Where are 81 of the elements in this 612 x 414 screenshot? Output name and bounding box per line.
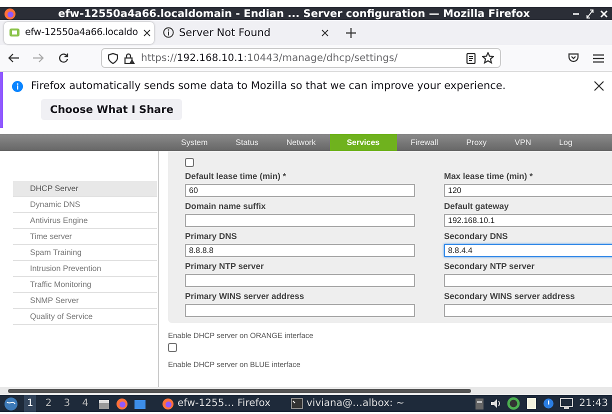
sidebar-item[interactable]: SNMP Server <box>13 293 157 309</box>
input-field[interactable]: 8.8.8.8 <box>185 244 415 257</box>
main-nav-tab[interactable]: Log <box>545 134 586 151</box>
browser-tab[interactable]: efw-12550a4a66.localdo <box>4 22 154 44</box>
network-monitor-icon <box>560 398 574 409</box>
workspace-switcher[interactable]: 3 <box>60 395 74 412</box>
field-label: Secondary NTP server <box>444 261 536 271</box>
main-nav-tab[interactable]: VPN <box>500 134 546 151</box>
field-label: Primary DNS <box>185 231 238 241</box>
taskbar-window-button[interactable]: viviana@…albox: ~ <box>286 398 408 409</box>
close-icon[interactable] <box>594 81 604 91</box>
main-nav-tab[interactable]: Proxy <box>452 134 501 151</box>
reader-view-icon[interactable] <box>466 52 476 64</box>
workspace-switcher[interactable]: 1 <box>24 395 36 412</box>
firefox-logo-icon <box>4 8 16 20</box>
input-field[interactable] <box>185 304 415 317</box>
sidebar-item[interactable]: Antivirus Engine <box>13 213 157 229</box>
input-field[interactable] <box>444 274 612 287</box>
checkbox[interactable] <box>168 343 177 352</box>
firefox-logo-icon[interactable] <box>116 398 128 410</box>
input-field[interactable]: 8.8.4.4 <box>444 244 612 257</box>
sidebar-item[interactable]: Time server <box>13 229 157 245</box>
field-label: Secondary DNS <box>444 231 509 241</box>
sidebar-item[interactable]: Dynamic DNS <box>13 197 157 213</box>
field-label: Domain name suffix <box>185 201 267 211</box>
workspace-switcher[interactable]: 2 <box>42 395 55 412</box>
notification-message: Firefox automatically sends some data to Mozilla so that we can improve your experience. <box>31 80 507 92</box>
maximize-icon[interactable] <box>586 8 594 18</box>
sidebar-item[interactable]: Spam Training <box>13 245 157 261</box>
field-label: Max lease time (min) * <box>444 171 534 181</box>
plus-icon[interactable] <box>346 28 356 38</box>
ring-status-icon <box>507 397 520 410</box>
checkbox[interactable] <box>185 158 194 167</box>
reload-icon[interactable] <box>58 52 69 64</box>
volume-icon[interactable] <box>490 398 502 409</box>
pocket-icon[interactable] <box>568 53 579 63</box>
field-label: Primary NTP server <box>185 261 265 271</box>
back-arrow-icon[interactable] <box>8 53 19 63</box>
site-favicon-icon <box>9 28 20 38</box>
main-nav-tab[interactable]: Network <box>272 134 330 151</box>
window-title: efw-12550a4a66.localdomain - Endian ... Server configuration — Mozilla Firefox <box>57 8 531 20</box>
system-menu-icon[interactable] <box>4 396 18 410</box>
close-icon[interactable] <box>142 28 151 36</box>
file-manager-icon[interactable] <box>98 398 110 410</box>
address-bar[interactable]: https://192.168.10.1:10443/manage/dhcp/settings/ <box>101 48 501 68</box>
input-field[interactable]: 60 <box>185 184 415 197</box>
sidebar-item[interactable]: Intrusion Prevention <box>13 261 157 277</box>
workspace-switcher[interactable]: 4 <box>79 395 92 412</box>
lock-warning-icon <box>124 52 135 64</box>
main-nav-tab[interactable]: Status <box>222 134 272 151</box>
storage-icon <box>475 398 484 410</box>
sidebar-item[interactable]: Traffic Monitoring <box>13 277 157 293</box>
field-label: Default gateway <box>444 201 510 211</box>
input-field[interactable]: 192.168.10.1 <box>444 214 612 227</box>
bookmark-star-icon[interactable] <box>482 52 494 64</box>
choose-what-i-share-button[interactable]: Choose What I Share <box>41 99 182 120</box>
browser-tab[interactable]: Server Not Found <box>158 22 334 44</box>
desktop-icon[interactable] <box>134 398 146 410</box>
close-icon[interactable] <box>321 28 329 36</box>
main-nav-tab[interactable]: System <box>167 134 222 151</box>
field-label: Primary WINS server address <box>185 291 306 301</box>
info-icon <box>12 80 23 92</box>
sidebar-item[interactable]: DHCP Server <box>13 181 157 197</box>
info-icon <box>163 27 174 38</box>
input-field[interactable] <box>444 304 612 317</box>
firefox-logo-icon <box>162 398 174 410</box>
sidebar-item[interactable]: Quality of Service <box>13 309 157 325</box>
input-field[interactable] <box>185 274 415 287</box>
menu-icon[interactable] <box>593 54 604 62</box>
clock: 21:43 <box>579 398 608 409</box>
input-field[interactable]: 120 <box>444 184 612 197</box>
field-label: Default lease time (min) * <box>185 171 288 181</box>
input-field[interactable] <box>185 214 415 227</box>
url-text: https://192.168.10.1:10443/manage/dhcp/settings/ <box>141 52 399 64</box>
notification-icon <box>543 398 554 409</box>
terminal-icon <box>290 398 303 409</box>
field-label: Secondary WINS server address <box>444 291 576 301</box>
shield-icon <box>108 52 118 64</box>
taskbar-window-button[interactable]: efw-1255… Firefox <box>158 398 275 410</box>
main-nav-tab[interactable]: Firewall <box>396 134 452 151</box>
horizontal-scrollbar[interactable] <box>0 387 612 395</box>
